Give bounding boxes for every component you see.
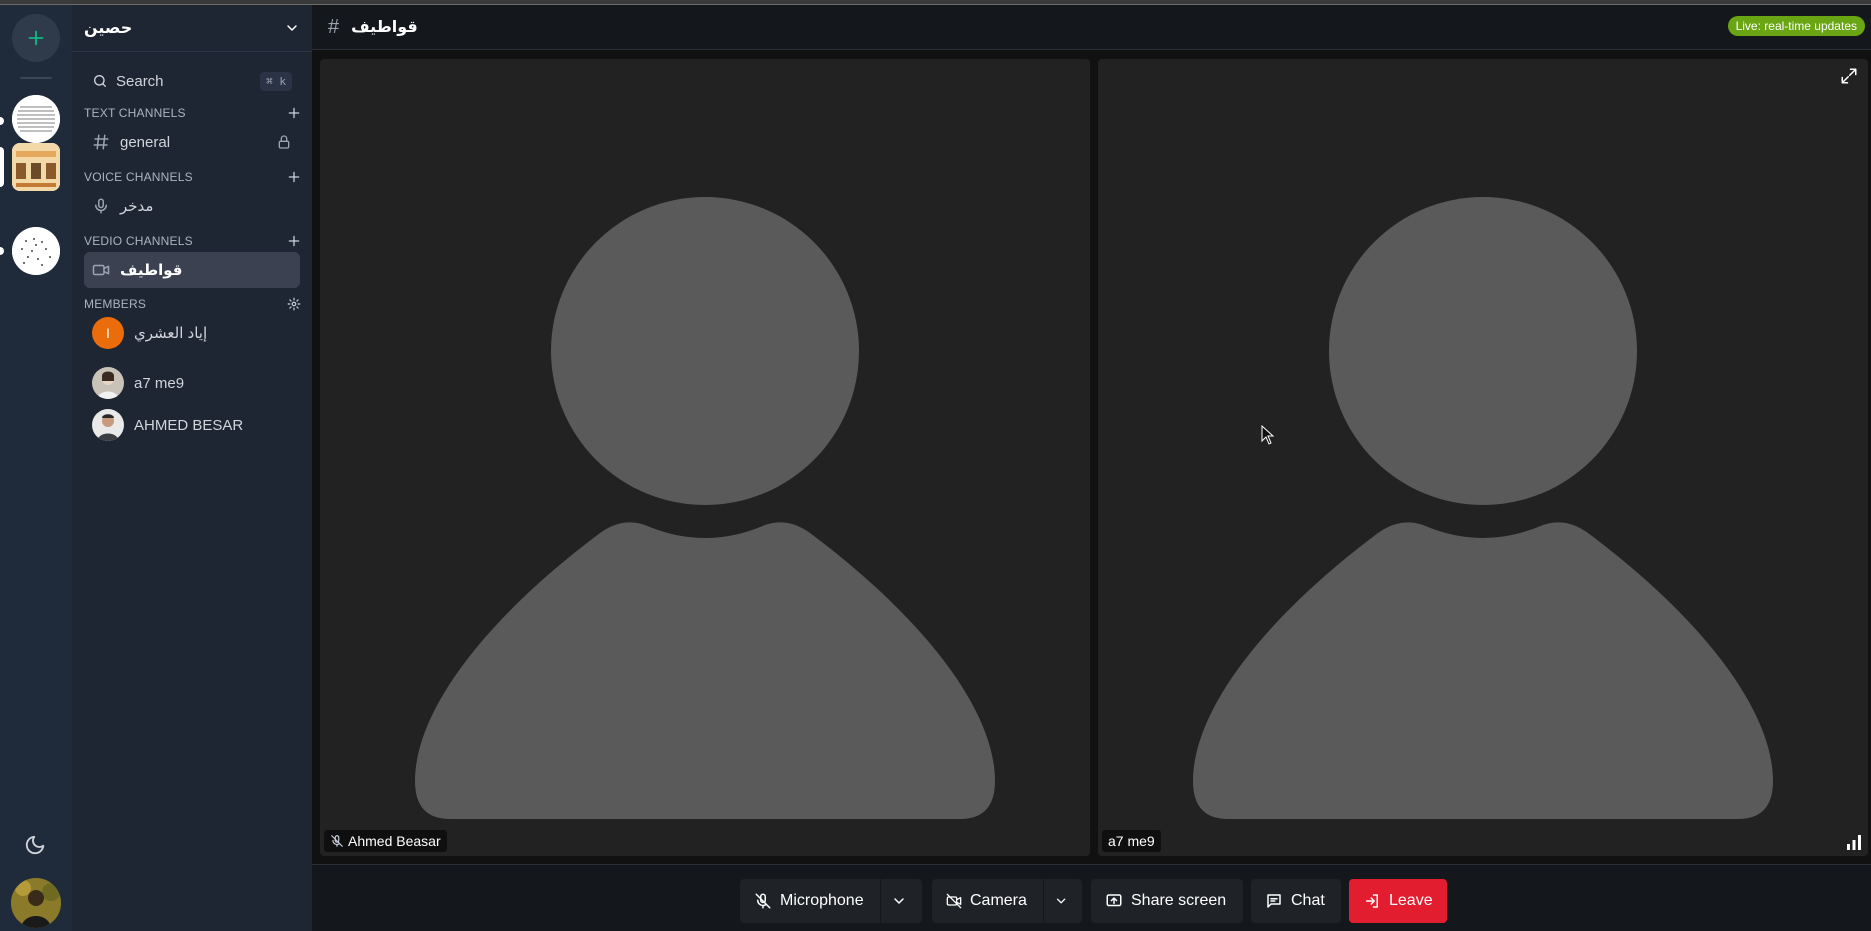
avatar — [92, 409, 124, 441]
server-name: حصين — [84, 20, 133, 37]
channel-general[interactable]: general — [84, 124, 300, 160]
chat-label: Chat — [1291, 892, 1325, 909]
video-channels-header: VEDIO CHANNELS — [84, 231, 302, 251]
channel-voice[interactable]: مدخر — [84, 188, 300, 224]
leave-button[interactable]: Leave — [1349, 879, 1447, 923]
divider — [1042, 879, 1044, 923]
avatar-placeholder — [1193, 197, 1773, 819]
add-video-channel-plus-icon[interactable] — [286, 233, 302, 249]
member-name: a7 me9 — [134, 374, 185, 392]
rail-divider — [20, 77, 52, 79]
text-channels-header: TEXT CHANNELS — [84, 103, 302, 123]
server-icon-1[interactable] — [12, 95, 60, 143]
server-header[interactable]: حصين — [72, 5, 312, 52]
participant-name: a7 me9 — [1108, 833, 1155, 849]
member-item[interactable]: a7 me9 — [92, 365, 292, 401]
share-screen-button[interactable]: Share screen — [1091, 879, 1243, 923]
participant-tile[interactable]: Ahmed Beasar — [320, 59, 1090, 856]
camera-button[interactable]: Camera — [932, 879, 1082, 923]
search-label: Search — [116, 72, 164, 90]
channel-title: قواطيف — [351, 19, 418, 36]
server-indicator — [0, 117, 4, 125]
microphone-icon — [92, 197, 110, 215]
channel-label: general — [120, 133, 171, 151]
channel-video-active[interactable]: قواطيف — [84, 252, 300, 288]
hash-icon — [92, 133, 110, 151]
avatar-placeholder — [415, 197, 995, 819]
channel-label: قواطيف — [120, 262, 183, 279]
avatar: I — [92, 317, 124, 349]
server-rail — [0, 5, 72, 931]
video-camera-icon — [92, 261, 110, 279]
search-icon — [94, 75, 106, 87]
server-icon-2[interactable] — [12, 143, 60, 191]
microphone-label: Microphone — [780, 892, 864, 909]
mouse-cursor-icon — [1261, 425, 1275, 445]
chat-icon — [1267, 894, 1281, 908]
members-header: MEMBERS — [84, 294, 302, 314]
section-label: TEXT CHANNELS — [84, 106, 186, 120]
camera-label: Camera — [969, 892, 1027, 909]
avatar — [92, 367, 124, 399]
section-label: MEMBERS — [84, 297, 147, 311]
section-label: VOICE CHANNELS — [84, 170, 193, 184]
plus-icon — [28, 30, 44, 46]
add-voice-channel-plus-icon[interactable] — [286, 169, 302, 185]
channel-sidebar: حصين Search ⌘ k TEXT CHANNELS general VO… — [72, 5, 312, 931]
lock-icon — [278, 135, 290, 149]
member-item[interactable]: I إياد العشري — [92, 315, 292, 351]
participant-name-tag: Ahmed Beasar — [324, 830, 447, 852]
video-camera-off-icon — [946, 893, 962, 909]
add-text-channel-plus-icon[interactable] — [286, 105, 302, 121]
section-label: VEDIO CHANNELS — [84, 234, 193, 248]
member-name: إياد العشري — [134, 325, 208, 342]
chevron-down-icon — [287, 25, 297, 31]
microphone-button[interactable]: Microphone — [740, 879, 922, 923]
user-avatar[interactable] — [11, 878, 61, 928]
share-screen-label: Share screen — [1131, 892, 1227, 909]
channel-header: # قواطيف Live: real-time updates — [312, 5, 1871, 50]
theme-toggle-moon-icon[interactable] — [24, 834, 46, 856]
participant-tile[interactable]: a7 me9 — [1098, 59, 1868, 856]
voice-channels-header: VOICE CHANNELS — [84, 167, 302, 187]
leave-icon — [1366, 894, 1378, 908]
member-item[interactable]: AHMED BESAR — [92, 407, 292, 443]
leave-label: Leave — [1389, 892, 1433, 909]
server-indicator — [0, 247, 4, 255]
live-status-badge: Live: real-time updates — [1727, 16, 1865, 36]
search-shortcut: ⌘ k — [260, 71, 292, 91]
chevron-down-icon[interactable] — [1054, 893, 1068, 909]
participant-name: Ahmed Beasar — [348, 833, 441, 849]
server-icon-3[interactable] — [12, 227, 60, 275]
chat-button[interactable]: Chat — [1251, 879, 1341, 923]
hash-icon: # — [328, 15, 340, 38]
expand-icon[interactable] — [1840, 67, 1858, 85]
share-screen-icon — [1106, 894, 1122, 907]
chevron-down-icon[interactable] — [891, 893, 907, 909]
members-settings-gear-icon[interactable] — [286, 296, 302, 312]
channel-label: مدخر — [120, 198, 154, 215]
video-grid: Ahmed Beasar a7 me9 — [312, 51, 1871, 864]
call-controls-bar: Microphone Camera Share screen Chat Leav… — [312, 864, 1871, 931]
divider — [879, 879, 881, 923]
microphone-muted-icon — [755, 893, 771, 909]
search-button[interactable]: Search ⌘ k — [84, 63, 300, 99]
participant-name-tag: a7 me9 — [1102, 830, 1161, 852]
microphone-muted-icon — [331, 835, 343, 847]
add-server-button[interactable] — [12, 14, 60, 62]
member-name: AHMED BESAR — [134, 416, 244, 434]
active-server-indicator — [0, 147, 4, 187]
connection-quality-icon — [1846, 834, 1862, 850]
